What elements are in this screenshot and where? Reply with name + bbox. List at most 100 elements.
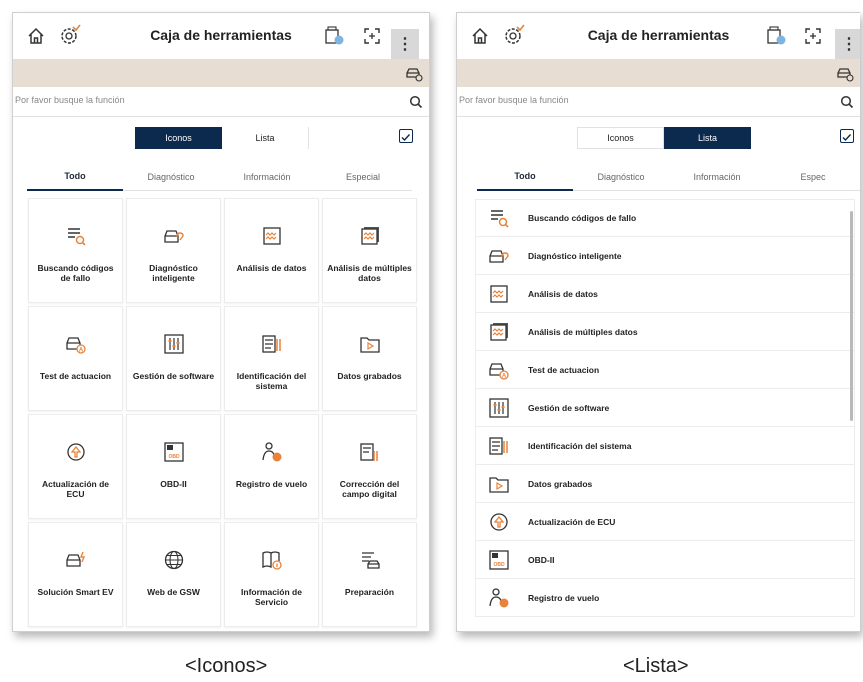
list-view-button[interactable]: Lista — [664, 127, 751, 149]
obd-icon: OBD — [489, 549, 509, 570]
smart-diagnosis-icon — [163, 230, 184, 243]
tool-card-web-de-gsw[interactable]: Web de GSW — [126, 522, 221, 627]
tool-row-analisis-de-multiples-datos[interactable]: Análisis de múltiples datos — [475, 313, 855, 351]
digital-field-icon — [359, 443, 378, 461]
tool-card-actualizacion-de-ecu[interactable]: Actualización de ECU — [28, 414, 123, 519]
tool-card-analisis-de-datos[interactable]: Análisis de datos — [224, 198, 319, 303]
tab-especial[interactable]: Especial — [315, 163, 411, 191]
tool-row-buscando-codigos-de-fallo[interactable]: Buscando códigos de fallo — [475, 199, 855, 237]
svg-text:A: A — [78, 348, 83, 354]
tab-diagnostico[interactable]: Diagnóstico — [573, 163, 669, 191]
vehicle-icon[interactable] — [405, 64, 423, 82]
tool-card-obd-ii[interactable]: OBD OBD-II — [126, 414, 221, 519]
tool-label: Test de actuacion — [528, 364, 600, 375]
vehicle-info-bar[interactable] — [13, 59, 429, 87]
flight-record-icon — [261, 442, 281, 462]
tool-row-identificacion-del-sistema[interactable]: Identificación del sistema — [475, 427, 855, 465]
search-icon[interactable] — [409, 95, 423, 109]
more-menu-button[interactable]: ⋮ — [835, 29, 860, 59]
tool-label: Preparación — [344, 587, 395, 597]
vehicle-icon[interactable] — [836, 64, 854, 82]
tool-row-obd-ii[interactable]: OBD OBD-II — [475, 541, 855, 579]
list-view-button[interactable]: Lista — [222, 127, 309, 149]
select-checkbox[interactable] — [399, 129, 413, 143]
tool-card-gestion-de-software[interactable]: Gestión de software — [126, 306, 221, 411]
data-analysis-icon — [490, 284, 508, 303]
icons-view-button[interactable]: Iconos — [577, 127, 664, 149]
tool-label: Registro de vuelo — [528, 592, 600, 603]
search-input[interactable] — [459, 95, 759, 105]
search-input[interactable] — [15, 95, 315, 105]
flight-record-icon — [489, 587, 509, 607]
smart-diagnosis-icon — [489, 249, 509, 263]
tool-label: Actualización de ECU — [41, 479, 110, 499]
tab-todo[interactable]: Todo — [27, 163, 123, 191]
tool-label: Actualización de ECU — [528, 516, 616, 527]
view-toggle: Iconos Lista — [577, 127, 751, 149]
tab-diagnostico[interactable]: Diagnóstico — [123, 163, 219, 191]
tool-label: Registro de vuelo — [235, 479, 308, 489]
multi-data-icon — [490, 322, 508, 341]
tool-label: OBD-II — [528, 554, 555, 565]
system-id-icon — [261, 335, 281, 353]
fit-screen-icon[interactable] — [804, 27, 822, 45]
vehicle-info-bar[interactable] — [457, 59, 860, 87]
tool-row-actualizacion-de-ecu[interactable]: Actualización de ECU — [475, 503, 855, 541]
system-id-icon — [489, 436, 508, 455]
tool-label: Diagnóstico inteligente — [149, 263, 198, 283]
icons-view-screen: Caja de herramientas ⋮ Iconos Lista Todo… — [12, 12, 430, 632]
tool-label: Diagnóstico inteligente — [528, 250, 622, 261]
scrollbar[interactable] — [850, 211, 853, 421]
actuation-test-icon: A — [489, 362, 509, 380]
tool-card-correccion-del-campo-digital[interactable]: Corrección del campo digital — [322, 414, 417, 519]
tool-label: Análisis de múltiples datos — [327, 263, 412, 283]
tool-label: Análisis de múltiples datos — [528, 326, 638, 337]
list-view-screen: Caja de herramientas ⋮ Iconos Lista Todo… — [456, 12, 860, 632]
svg-text:OBD: OBD — [493, 562, 505, 568]
tab-especial[interactable]: Espec — [765, 163, 860, 191]
tool-row-analisis-de-datos[interactable]: Análisis de datos — [475, 275, 855, 313]
tool-row-diagnostico-inteligente[interactable]: Diagnóstico inteligente — [475, 237, 855, 275]
view-toggle: Iconos Lista — [135, 127, 309, 149]
tool-list: Buscando códigos de fallo Diagnóstico int… — [475, 199, 855, 617]
tool-card-registro-de-vuelo[interactable]: Registro de vuelo — [224, 414, 319, 519]
tool-card-informacion-de-servicio[interactable]: Información de Servicio — [224, 522, 319, 627]
icons-view-button[interactable]: Iconos — [135, 127, 222, 149]
tool-card-solucion-smart-ev[interactable]: Solución Smart EV — [28, 522, 123, 627]
tool-row-test-de-actuacion[interactable]: A Test de actuacion — [475, 351, 855, 389]
more-menu-button[interactable]: ⋮ — [391, 29, 419, 59]
tool-card-buscando-codigos-de-fallo[interactable]: Buscando códigos de fallo — [28, 198, 123, 303]
tab-informacion[interactable]: Información — [219, 163, 315, 191]
tool-label: Buscando códigos de fallo — [37, 263, 114, 283]
tool-label: Test de actuacion — [39, 371, 112, 381]
tool-card-preparacion[interactable]: Preparación — [322, 522, 417, 627]
tab-todo[interactable]: Todo — [477, 163, 573, 191]
page-title: Caja de herramientas — [587, 27, 730, 43]
tool-label: Solución Smart EV — [37, 587, 114, 597]
tool-card-test-de-actuacion[interactable]: A Test de actuacion — [28, 306, 123, 411]
vci-status-icon[interactable] — [765, 25, 787, 47]
tool-card-analisis-de-multiples-datos[interactable]: Análisis de múltiples datos — [322, 198, 417, 303]
tool-row-registro-de-vuelo[interactable]: Registro de vuelo — [475, 579, 855, 617]
tool-label: Datos grabados — [337, 371, 402, 381]
tool-row-gestion-de-software[interactable]: Gestión de software — [475, 389, 855, 427]
fit-screen-icon[interactable] — [363, 27, 381, 45]
tool-label: Análisis de datos — [528, 288, 598, 299]
fault-code-search-icon — [67, 228, 86, 246]
recorded-data-icon — [359, 337, 380, 353]
category-tabs: Todo Diagnóstico Información Especial — [27, 163, 412, 191]
select-checkbox[interactable] — [840, 129, 854, 143]
tool-card-identificacion-del-sistema[interactable]: Identificación del sistema — [224, 306, 319, 411]
tool-label: Identificación del sistema — [236, 371, 307, 391]
check-icon — [842, 134, 852, 142]
vci-status-icon[interactable] — [323, 25, 345, 47]
tool-row-datos-grabados[interactable]: Datos grabados — [475, 465, 855, 503]
tool-label: Buscando códigos de fallo — [528, 213, 637, 223]
ecu-update-icon — [66, 443, 85, 461]
tool-card-datos-grabados[interactable]: Datos grabados — [322, 306, 417, 411]
search-icon[interactable] — [840, 95, 854, 109]
data-analysis-icon — [262, 227, 281, 245]
tool-card-diagnostico-inteligente[interactable]: Diagnóstico inteligente — [126, 198, 221, 303]
tab-informacion[interactable]: Información — [669, 163, 765, 191]
software-management-icon — [489, 397, 509, 418]
